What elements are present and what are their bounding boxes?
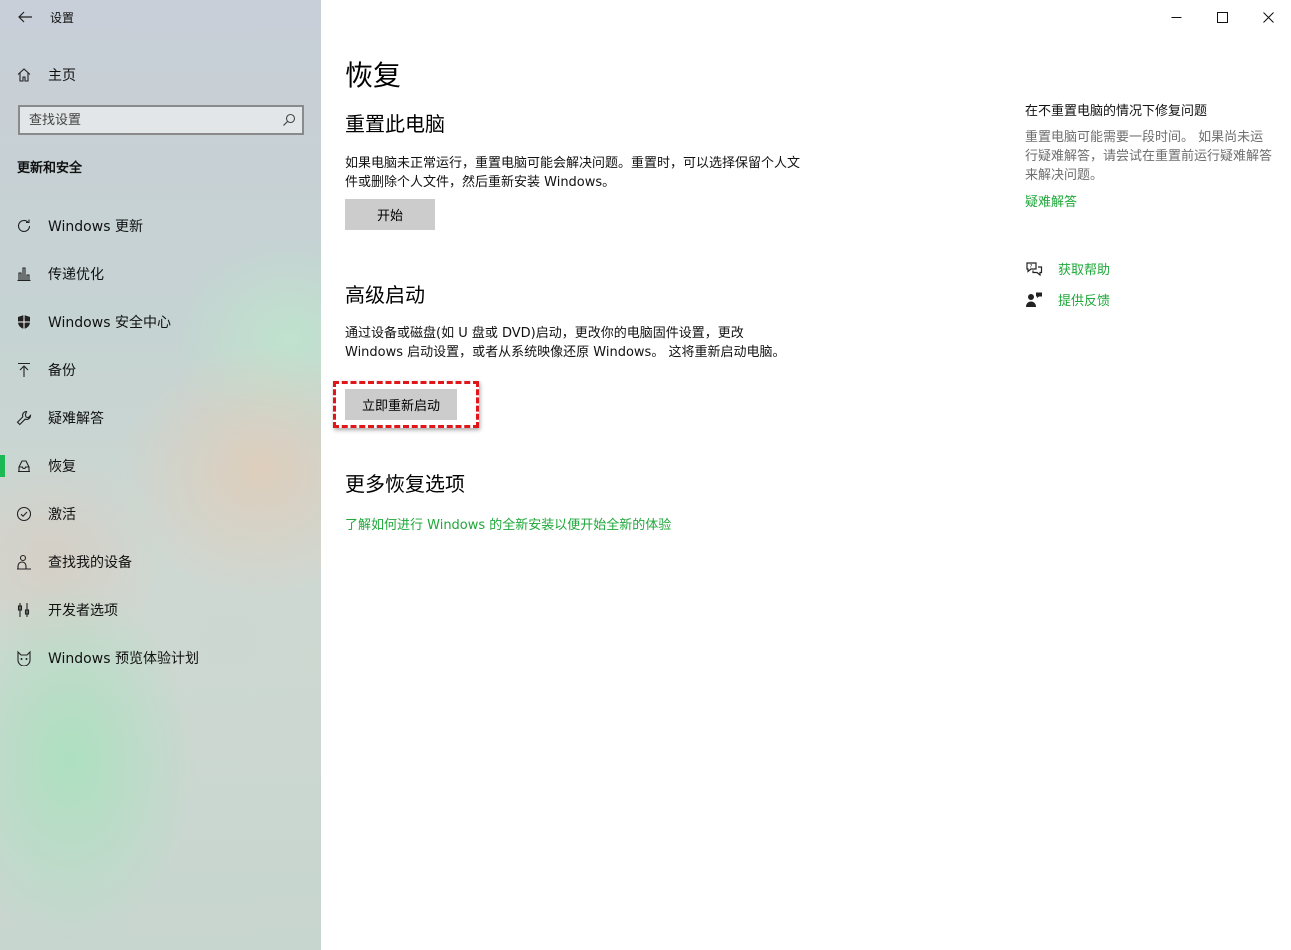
search-icon — [283, 113, 296, 126]
sidebar-item-windows-update[interactable]: Windows 更新 — [0, 202, 321, 250]
sidebar-item-recovery[interactable]: 恢复 — [0, 442, 321, 490]
person-location-icon — [0, 554, 48, 570]
insider-cat-icon — [0, 650, 48, 666]
sidebar-item-label: Windows 安全中心 — [48, 315, 171, 331]
give-feedback-link[interactable]: 提供反馈 — [1025, 290, 1110, 309]
related-description: 重置电脑可能需要一段时间。 如果尚未运行疑难解答，请尝试在重置前运行疑难解答来解… — [1025, 130, 1273, 183]
troubleshoot-link[interactable]: 疑难解答 — [1025, 191, 1275, 210]
feedback-person-icon — [1025, 291, 1058, 309]
advanced-startup-heading: 高级启动 — [345, 283, 425, 307]
sidebar-item-windows-insider[interactable]: Windows 预览体验计划 — [0, 634, 321, 682]
sidebar-item-label: 激活 — [48, 507, 76, 523]
page-title: 恢复 — [345, 59, 402, 92]
sidebar-item-delivery-optimization[interactable]: 传递优化 — [0, 250, 321, 298]
get-help-label: 获取帮助 — [1058, 263, 1111, 278]
sidebar-item-label: 主页 — [48, 68, 76, 84]
developer-tools-icon — [0, 602, 48, 618]
section-heading: 更新和安全 — [17, 161, 83, 176]
minimize-button[interactable] — [1153, 0, 1199, 34]
reset-start-button[interactable]: 开始 — [345, 199, 435, 230]
minimize-icon — [1171, 16, 1181, 18]
sidebar-item-label: Windows 更新 — [48, 219, 143, 235]
window-controls — [1153, 0, 1291, 34]
more-recovery-heading: 更多恢复选项 — [345, 472, 465, 496]
sidebar-item-label: 备份 — [48, 363, 76, 379]
reset-description: 如果电脑未正常运行，重置电脑可能会解决问题。重置时，可以选择保留个人文件或删除个… — [345, 156, 801, 190]
app-title: 设置 — [50, 10, 75, 25]
refresh-icon — [0, 218, 48, 234]
title-bar: 设置 — [0, 0, 321, 34]
upload-arrow-icon — [0, 362, 48, 378]
reset-heading: 重置此电脑 — [345, 112, 445, 136]
sidebar-item-backup[interactable]: 备份 — [0, 346, 321, 394]
sidebar-item-windows-security[interactable]: Windows 安全中心 — [0, 298, 321, 346]
recovery-icon — [0, 458, 48, 474]
sidebar-item-label: Windows 预览体验计划 — [48, 651, 199, 667]
delivery-optimization-icon — [0, 266, 48, 282]
home-icon — [0, 67, 48, 83]
wrench-icon — [0, 410, 48, 426]
close-button[interactable] — [1245, 0, 1291, 34]
sidebar-item-label: 疑难解答 — [48, 411, 104, 427]
search-input[interactable] — [29, 112, 269, 128]
active-indicator — [0, 455, 5, 477]
restart-now-button[interactable]: 立即重新启动 — [345, 389, 457, 420]
sidebar-item-troubleshoot[interactable]: 疑难解答 — [0, 394, 321, 442]
maximize-icon — [1216, 11, 1228, 23]
close-icon — [1262, 11, 1274, 23]
sidebar-nav: Windows 更新 传递优化 Windows 安全中心 备份 疑难解答 恢复 … — [0, 202, 321, 682]
sidebar-item-home[interactable]: 主页 — [0, 60, 321, 90]
check-circle-icon — [0, 506, 48, 522]
sidebar-item-label: 查找我的设备 — [48, 555, 132, 571]
main-content: 恢复 重置此电脑 如果电脑未正常运行，重置电脑可能会解决问题。重置时，可以选择保… — [321, 0, 1291, 950]
sidebar-item-developer-options[interactable]: 开发者选项 — [0, 586, 321, 634]
svg-text:?: ? — [1030, 264, 1033, 270]
search-box — [18, 105, 304, 135]
sidebar-item-label: 开发者选项 — [48, 603, 118, 619]
back-arrow-icon — [18, 11, 32, 23]
give-feedback-label: 提供反馈 — [1058, 294, 1111, 309]
sidebar-item-label: 恢复 — [48, 459, 76, 475]
chat-bubble-icon: ? — [1025, 260, 1058, 278]
sidebar-item-activation[interactable]: 激活 — [0, 490, 321, 538]
shield-icon — [0, 314, 48, 330]
sidebar: 设置 主页 更新和安全 Windows 更新 传递优化 — [0, 0, 321, 950]
get-help-link[interactable]: ? 获取帮助 — [1025, 259, 1110, 278]
advanced-startup-description: 通过设备或磁盘(如 U 盘或 DVD)启动，更改你的电脑固件设置，更改 Wind… — [345, 326, 786, 360]
sidebar-item-find-my-device[interactable]: 查找我的设备 — [0, 538, 321, 586]
maximize-button[interactable] — [1199, 0, 1245, 34]
related-pane: 在不重置电脑的情况下修复问题 重置电脑可能需要一段时间。 如果尚未运行疑难解答，… — [1025, 102, 1275, 210]
related-title: 在不重置电脑的情况下修复问题 — [1025, 104, 1208, 119]
fresh-install-link[interactable]: 了解如何进行 Windows 的全新安装以便开始全新的体验 — [345, 514, 671, 533]
back-button[interactable] — [0, 0, 50, 34]
sidebar-item-label: 传递优化 — [48, 267, 104, 283]
